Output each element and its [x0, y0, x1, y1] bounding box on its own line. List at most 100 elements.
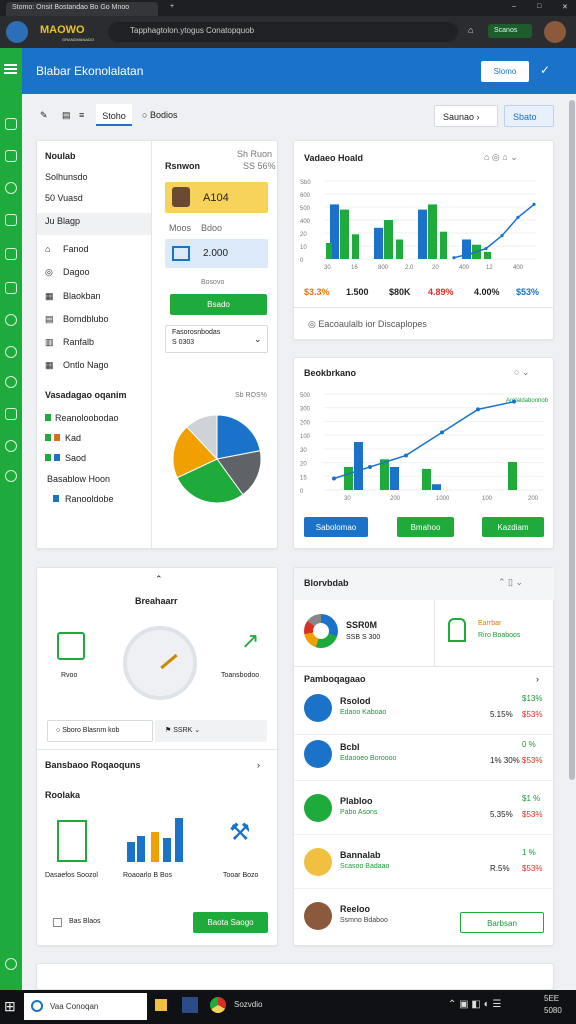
checkbox[interactable]: [53, 918, 62, 927]
row-name[interactable]: Bannalab: [340, 850, 381, 860]
chevron-right-icon[interactable]: ›: [536, 674, 539, 684]
stats-button[interactable]: Bsado: [170, 294, 267, 315]
divider: [294, 734, 554, 735]
bar-chart-2: 500 300 200 100 30 20 15 0 30 200 1000 100 200: [300, 393, 544, 502]
help-icon[interactable]: [5, 470, 17, 482]
row-sub: Scasoo Badaao: [340, 863, 390, 870]
folder-icon[interactable]: [155, 999, 167, 1011]
chevron-down-icon[interactable]: ✓: [540, 63, 550, 77]
kpi-value: 4.00%: [474, 287, 500, 297]
point: [440, 430, 444, 435]
toolbar-select[interactable]: Saunao ›: [434, 105, 498, 127]
power-icon[interactable]: [5, 958, 17, 970]
chart-icon[interactable]: ⌃ ▯ ⌄: [498, 577, 523, 588]
refresh-icon[interactable]: ⌂ ◎ ⌂ ⌄: [484, 152, 518, 163]
tools-select[interactable]: ⚑ SSRK ⌄: [155, 720, 267, 742]
row-avatar: [304, 794, 332, 822]
divider: [294, 666, 554, 667]
kpi-panel: Blorvbdab ⌃ ▯ ⌄ SSR0M SSB S 300 Earrbar …: [293, 567, 554, 946]
avatar[interactable]: [544, 21, 566, 43]
row-avatar: [304, 740, 332, 768]
app-icon[interactable]: [182, 997, 198, 1013]
row-value: 0 %: [522, 740, 536, 749]
tag-icon[interactable]: [5, 408, 17, 420]
nav-item[interactable]: Bomdblubo: [63, 314, 109, 324]
url-input[interactable]: Tapphagtolon.ytogus Conatopquob: [108, 22, 458, 42]
row-value: $53%: [522, 810, 543, 819]
toolbar-action-button[interactable]: Sbato: [504, 105, 554, 127]
tools-search[interactable]: ○ Sboro Blasnm kob: [47, 720, 153, 742]
chevron-right-icon[interactable]: ›: [257, 760, 260, 770]
clock-icon[interactable]: [5, 182, 17, 194]
stats-small: Bosovo: [201, 279, 225, 286]
y-tick: 500: [300, 393, 311, 399]
nav-item[interactable]: Blaokban: [63, 291, 101, 301]
nav-item[interactable]: Solhunsdo: [45, 172, 88, 182]
stats-dropdown[interactable]: Fasorosnbodas S 0303 ⌄: [165, 325, 268, 353]
page-icon[interactable]: [5, 118, 17, 130]
windows-icon[interactable]: ⊞: [4, 998, 16, 1015]
list-icon[interactable]: [5, 248, 17, 260]
tools-panel: ⌃ Breahaarr Rvoo ↗ Toansbodoo ○ Sboro Bl…: [36, 567, 278, 946]
bars-icon[interactable]: [125, 818, 187, 864]
cta-button[interactable]: Baota Saogo: [193, 912, 268, 933]
search-icon[interactable]: ○ ⌄: [514, 367, 529, 378]
tab-active[interactable]: Stoho: [96, 104, 132, 126]
tool-label: Rvoo: [61, 672, 78, 679]
bar: [384, 220, 393, 259]
scrollbar[interactable]: [569, 100, 575, 780]
nav-item[interactable]: Fanod: [63, 244, 89, 254]
y-tick: 0: [300, 258, 304, 264]
truck-icon[interactable]: [57, 632, 85, 660]
info-icon[interactable]: [5, 376, 17, 388]
nav-item[interactable]: Ontlo Nago: [63, 360, 109, 370]
nav-item[interactable]: Dagoo: [63, 267, 90, 277]
nav-item[interactable]: Ranfalb: [63, 337, 94, 347]
clock-time: 5EE: [544, 994, 560, 1003]
stats-head-right: Sh Ruon: [237, 149, 273, 159]
stat-card-yellow[interactable]: A104: [165, 182, 268, 213]
chrome-icon[interactable]: [210, 997, 226, 1013]
kpi-button[interactable]: Barbsan: [460, 912, 544, 933]
header-button[interactable]: Slomo: [481, 61, 529, 82]
list-icon[interactable]: ≡: [79, 110, 84, 120]
graph-icon[interactable]: ↗: [241, 628, 259, 654]
taskbar-app[interactable]: Sozvdio: [234, 1000, 262, 1009]
close-icon[interactable]: ✕: [562, 3, 568, 11]
edit-icon[interactable]: ✎: [40, 110, 48, 121]
chart-button[interactable]: Kazdiam: [482, 517, 544, 537]
row-name[interactable]: Rsolod: [340, 696, 371, 706]
plus-icon[interactable]: +: [170, 3, 174, 10]
minimize-icon[interactable]: –: [512, 3, 516, 10]
legend-label: Saod: [65, 453, 87, 463]
browser-tab[interactable]: Stomo: Onsit Bostandao Bo Go Mnoo: [6, 2, 158, 16]
folder-icon[interactable]: [5, 282, 17, 294]
bar: [484, 251, 491, 259]
grid-icon[interactable]: ▤: [62, 110, 71, 121]
row-name[interactable]: Bcbl: [340, 742, 360, 752]
document-icon[interactable]: [57, 820, 87, 862]
menu-icon[interactable]: [4, 64, 17, 66]
row-name[interactable]: Reeloo: [340, 904, 370, 914]
collapse-icon[interactable]: ⌃: [155, 574, 163, 585]
tray-icons[interactable]: ⌃ ▣ ◧ ◐ ☰: [448, 999, 501, 1010]
chart-icon[interactable]: [5, 150, 17, 162]
chart-button[interactable]: Bmahoo: [397, 517, 454, 537]
tool-icon[interactable]: ⚒: [229, 818, 251, 847]
doc-icon[interactable]: [5, 214, 17, 226]
chat-icon[interactable]: [5, 314, 17, 326]
chart-button[interactable]: Sabolomao: [304, 517, 368, 537]
settings-icon[interactable]: [5, 440, 17, 452]
maximize-icon[interactable]: □: [537, 3, 541, 10]
stat-card-blue[interactable]: 2.000: [165, 239, 268, 268]
circle-icon[interactable]: [5, 346, 17, 358]
nav-item[interactable]: Ju Blagp: [45, 216, 80, 226]
tab-other[interactable]: ○ Bodios: [142, 110, 177, 120]
account-button[interactable]: Scanos: [488, 24, 532, 38]
divider: [294, 888, 554, 889]
row-name[interactable]: Plabloo: [340, 796, 373, 806]
nav-item[interactable]: 50 Vuasd: [45, 193, 83, 203]
divider: [37, 749, 278, 750]
bar: [340, 209, 349, 259]
home-icon[interactable]: ⌂: [468, 25, 473, 35]
